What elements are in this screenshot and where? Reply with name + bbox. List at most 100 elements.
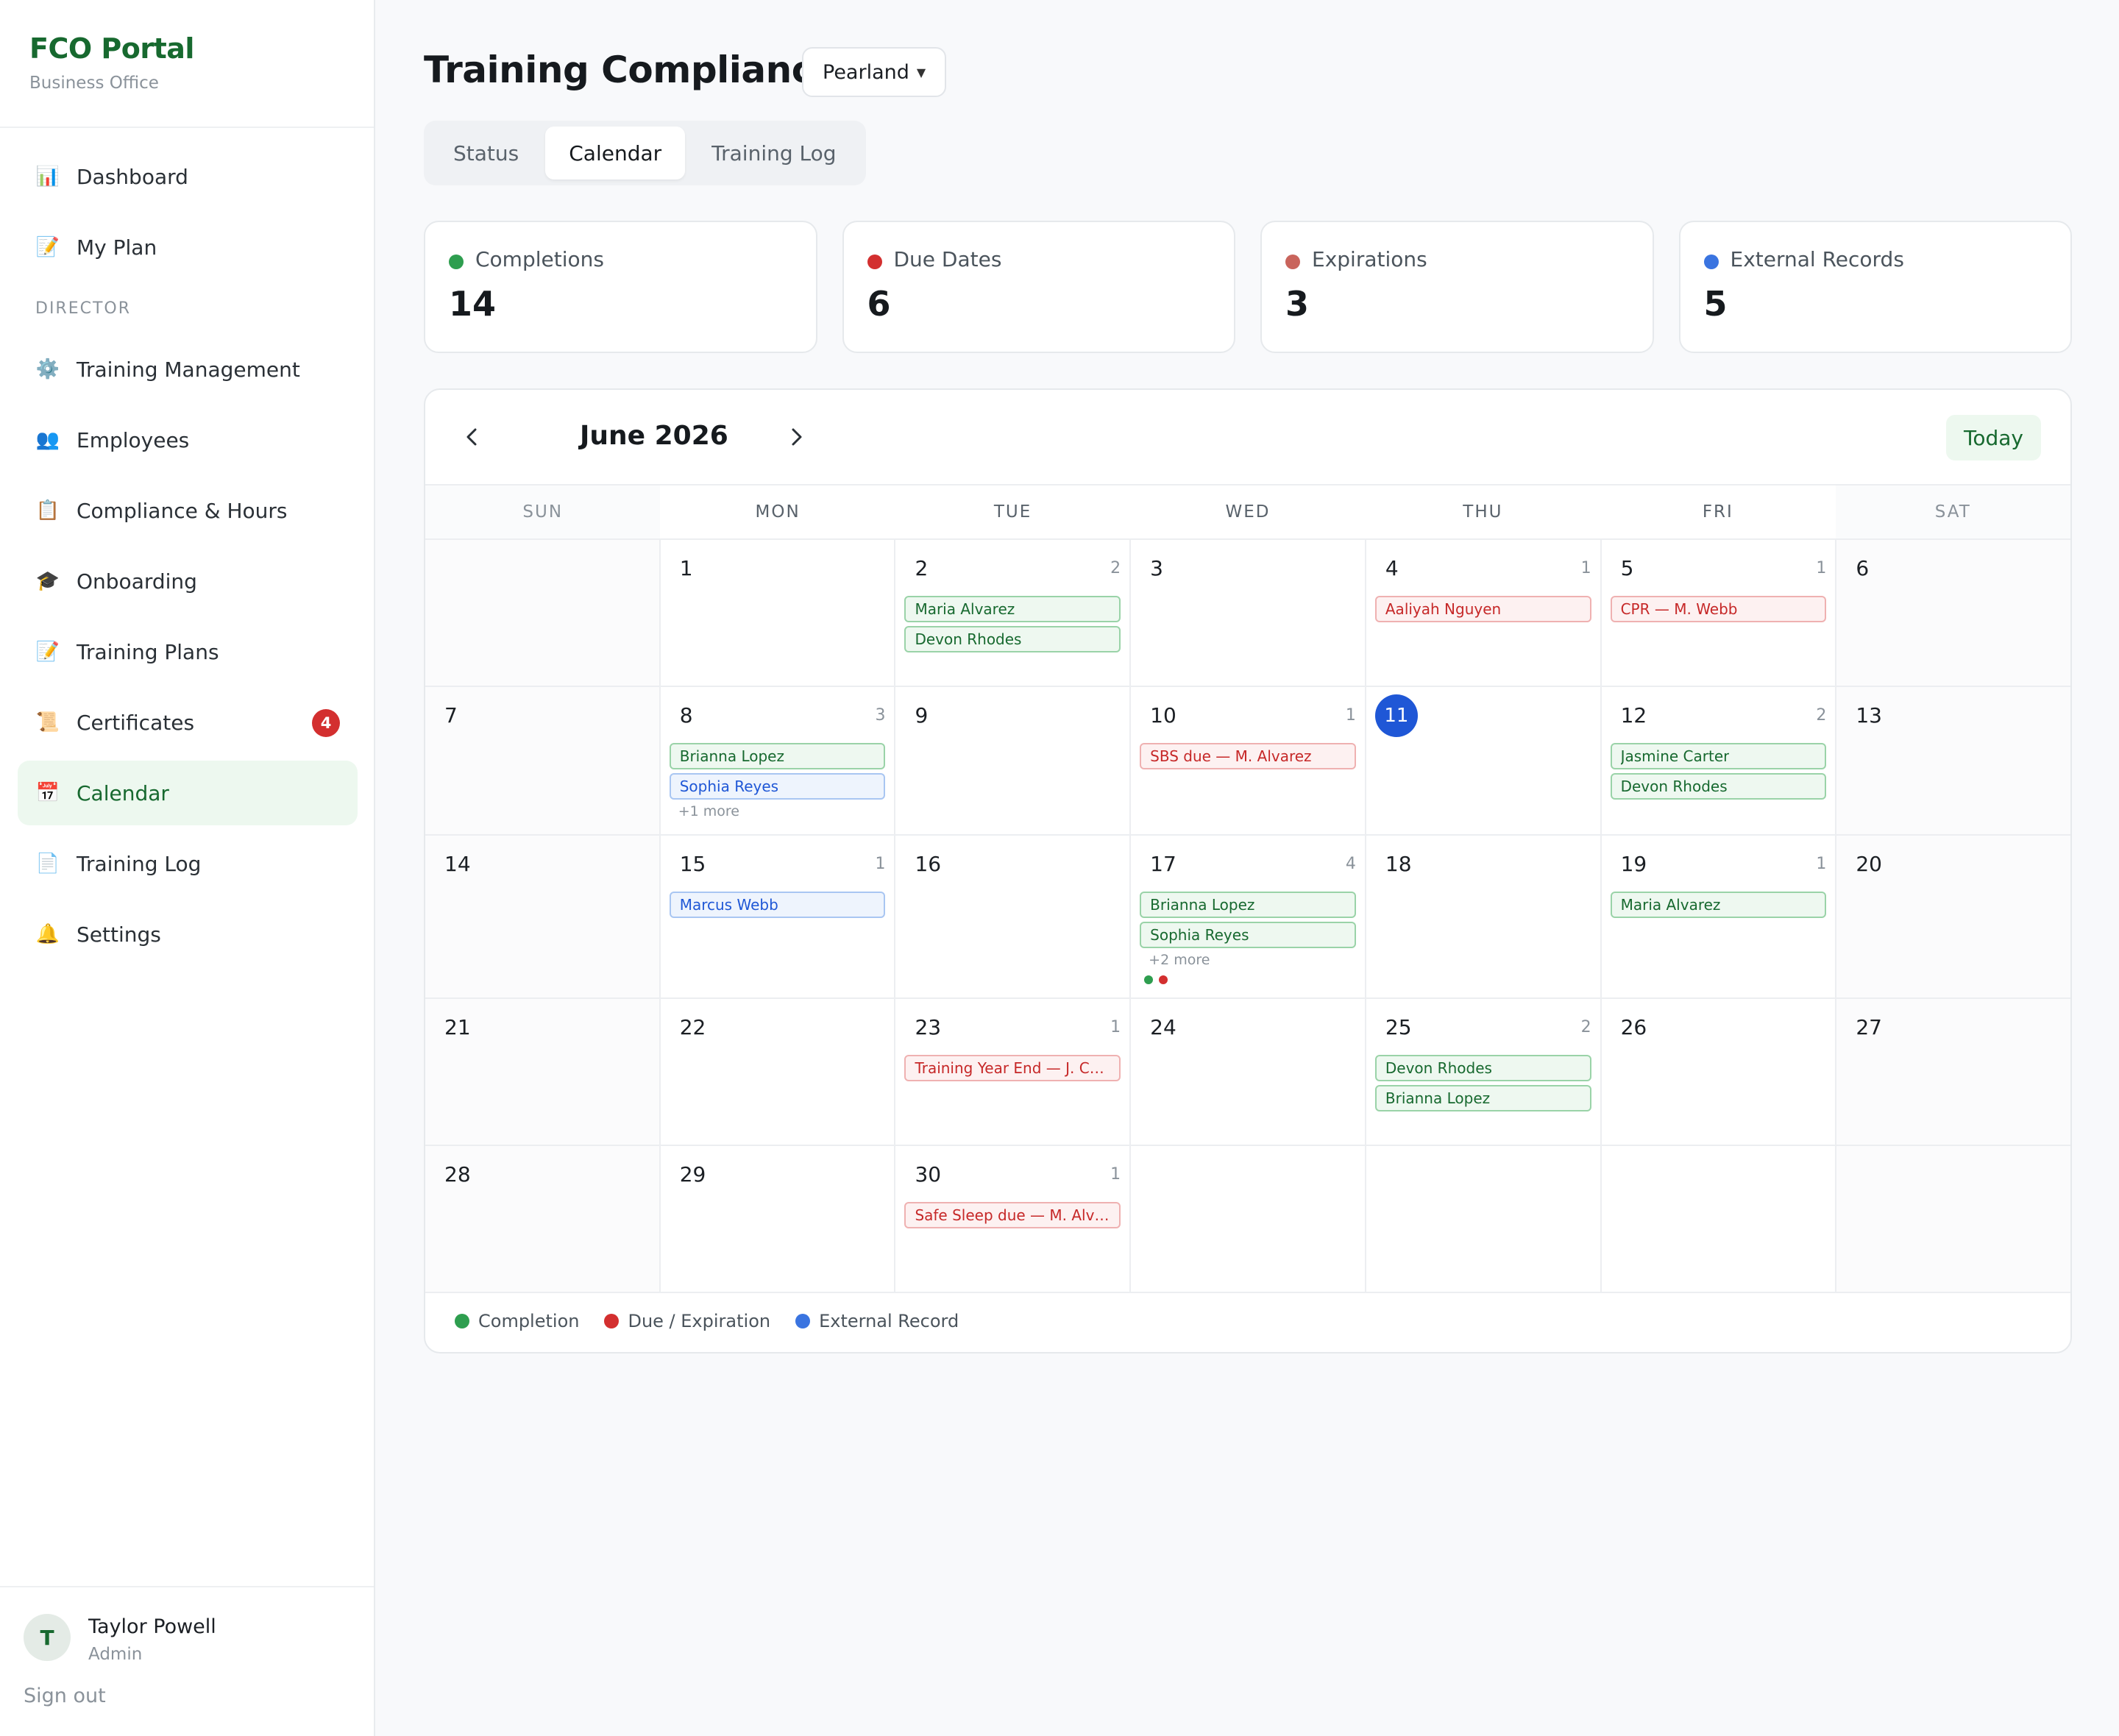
day-of-week-sun: SUN	[425, 485, 661, 538]
calendar-day-cell[interactable]: 28	[425, 1146, 661, 1292]
sidebar-item-certificates[interactable]: 📜 Certificates 4	[18, 690, 358, 755]
calendar-day-cell[interactable]: 24	[1131, 999, 1366, 1145]
event-type-dot	[1159, 975, 1168, 984]
event-chip-completion[interactable]: Brianna Lopez	[669, 743, 886, 769]
calendar-day-cell[interactable]: 18	[1366, 836, 1602, 997]
calendar-day-cell[interactable]: 2 2 Maria Alvarez Devon Rhodes	[895, 540, 1132, 686]
calendar-day-cell[interactable]: 10 1 SBS due — M. Alvarez	[1131, 687, 1366, 834]
calendar-day-cell[interactable]: 16	[895, 836, 1132, 997]
legend-dot	[795, 1314, 811, 1328]
calendar-day-cell[interactable]: 8 3 Brianna Lopez Sophia Reyes +1 more	[661, 687, 896, 834]
calendar-day-cell[interactable]: 26	[1602, 999, 1837, 1145]
more-events-link[interactable]: +1 more	[670, 803, 886, 819]
sidebar-item-onboarding[interactable]: 🎓 Onboarding	[18, 549, 358, 613]
calendar-day-cell[interactable]: 1	[661, 540, 896, 686]
event-list: SBS due — M. Alvarez	[1140, 743, 1356, 773]
calendar-day-cell[interactable]: 4 1 Aaliyah Nguyen	[1366, 540, 1602, 686]
calendar-day-cell[interactable]: 22	[661, 999, 896, 1145]
day-number: 22	[679, 1015, 706, 1039]
event-count: 1	[1580, 559, 1591, 577]
calendar-day-cell[interactable]: 21	[425, 999, 661, 1145]
calendar-day-cell[interactable]: 19 1 Maria Alvarez	[1602, 836, 1837, 997]
event-chip-completion[interactable]: Jasmine Carter	[1610, 743, 1827, 769]
calendar-day-cell[interactable]: 17 4 Brianna Lopez Sophia Reyes +2 more	[1131, 836, 1366, 997]
sidebar-item-label: Certificates	[77, 710, 195, 735]
sidebar-item-training-plans[interactable]: 📝 Training Plans	[18, 619, 358, 684]
chevron-left-icon[interactable]	[455, 419, 490, 455]
sidebar-item-compliance-hours[interactable]: 📋 Compliance & Hours	[18, 478, 358, 543]
sidebar-item-training-log[interactable]: 📄 Training Log	[18, 831, 358, 896]
sidebar-item-settings[interactable]: 🔔 Settings	[18, 902, 358, 967]
day-number: 19	[1620, 852, 1647, 876]
calendar-day-cell[interactable]: 5 1 CPR — M. Webb	[1602, 540, 1837, 686]
event-chip-due[interactable]: SBS due — M. Alvarez	[1140, 743, 1356, 769]
status-dot	[449, 255, 464, 269]
today-indicator: 11	[1374, 694, 1418, 737]
calendar-day-cell[interactable]: 11	[1366, 687, 1602, 834]
calendar-day-cell[interactable]: 3	[1131, 540, 1366, 686]
calendar-day-cell[interactable]: 30 1 Safe Sleep due — M. Alvarez	[895, 1146, 1132, 1292]
calendar-day-cell[interactable]: 29	[661, 1146, 896, 1292]
day-number: 9	[915, 703, 929, 728]
calendar-day-cell[interactable]: 9	[895, 687, 1132, 834]
day-number: 4	[1385, 556, 1399, 580]
chevron-right-icon[interactable]	[778, 419, 814, 455]
calendar-day-cell[interactable]: 15 1 Marcus Webb	[661, 836, 896, 997]
event-chip-completion[interactable]: Sophia Reyes	[1140, 922, 1356, 948]
sidebar-item-training-management[interactable]: ⚙️ Training Management	[18, 337, 358, 402]
stat-value: 3	[1285, 284, 1310, 324]
event-chip-due[interactable]: CPR — M. Webb	[1610, 596, 1827, 622]
sign-out-link[interactable]: Sign out	[24, 1685, 106, 1707]
more-events-link[interactable]: +2 more	[1140, 952, 1356, 968]
tab-status[interactable]: Status	[430, 127, 542, 179]
bar-chart-icon: 📊	[35, 166, 60, 188]
month-label: June 2026	[580, 421, 728, 451]
calendar-day-cell[interactable]: 7	[425, 687, 661, 834]
event-chip-external[interactable]: Marcus Webb	[669, 892, 886, 918]
event-chip-completion[interactable]: Devon Rhodes	[904, 626, 1121, 652]
today-button[interactable]: Today	[1946, 415, 2041, 460]
sidebar-item-my-plan[interactable]: 📝 My Plan	[18, 215, 358, 280]
event-chip-due[interactable]: Safe Sleep due — M. Alvarez	[904, 1202, 1121, 1228]
event-chip-label: Aaliyah Nguyen	[1385, 600, 1502, 618]
calendar-week: 1 2 2 Maria Alvarez Devon Rhodes 3 4 1 Aaliyah N…	[425, 540, 2070, 687]
event-chip-completion[interactable]: Maria Alvarez	[904, 596, 1121, 622]
calendar-day-cell[interactable]: 6	[1836, 540, 2070, 686]
event-chip-completion[interactable]: Devon Rhodes	[1374, 1055, 1591, 1081]
stat-card-due-dates: Due Dates 6	[842, 221, 1235, 353]
event-chip-label: Brianna Lopez	[679, 747, 784, 765]
avatar[interactable]: T	[24, 1614, 71, 1661]
location-select[interactable]: Pearland ▼	[802, 47, 947, 97]
sidebar-item-label: My Plan	[77, 235, 157, 260]
tab-calendar[interactable]: Calendar	[545, 127, 686, 179]
sidebar-item-employees[interactable]: 👥 Employees	[18, 408, 358, 472]
tab-training-log[interactable]: Training Log	[688, 127, 859, 179]
calendar-day-cell[interactable]: 27	[1836, 999, 2070, 1145]
sidebar-item-label: Settings	[77, 922, 161, 947]
event-chip-external[interactable]: Sophia Reyes	[669, 773, 886, 800]
calendar-day-cell[interactable]: 12 2 Jasmine Carter Devon Rhodes	[1602, 687, 1837, 834]
calendar-day-cell[interactable]: 20	[1836, 836, 2070, 997]
calendar-day-cell[interactable]: 14	[425, 836, 661, 997]
event-list: Maria Alvarez	[1610, 892, 1827, 922]
calendar-day-cell[interactable]: 23 1 Training Year End — J. Carter	[895, 999, 1132, 1145]
sidebar-item-calendar[interactable]: 📅 Calendar	[18, 761, 358, 825]
event-chip-completion[interactable]: Brianna Lopez	[1140, 892, 1356, 918]
calendar: June 2026 Today SUN MON TUE WED THU FRI SAT 12…	[424, 388, 2072, 1353]
page-title: Training Compliance	[424, 49, 838, 91]
sidebar-item-dashboard[interactable]: 📊 Dashboard	[18, 144, 358, 209]
calendar-day-cell[interactable]: 13	[1836, 687, 2070, 834]
clipboard-icon: 📋	[35, 499, 60, 522]
calendar-day-cell[interactable]: 25 2 Devon Rhodes Brianna Lopez	[1366, 999, 1602, 1145]
calendar-icon: 📅	[35, 782, 60, 804]
event-chip-due[interactable]: Aaliyah Nguyen	[1374, 596, 1591, 622]
event-list: Devon Rhodes Brianna Lopez	[1374, 1055, 1591, 1115]
event-chip-completion[interactable]: Devon Rhodes	[1610, 773, 1827, 800]
event-list: Brianna Lopez Sophia Reyes +2 more	[1140, 892, 1356, 984]
event-chip-completion[interactable]: Maria Alvarez	[1610, 892, 1827, 918]
event-chip-label: SBS due — M. Alvarez	[1150, 747, 1312, 765]
event-chip-due[interactable]: Training Year End — J. Carter	[904, 1055, 1121, 1081]
event-chip-completion[interactable]: Brianna Lopez	[1374, 1085, 1591, 1111]
stat-cards: Completions 14 Due Dates 6 Expirations 3 Exter…	[424, 221, 2072, 353]
event-count: 1	[1816, 559, 1827, 577]
